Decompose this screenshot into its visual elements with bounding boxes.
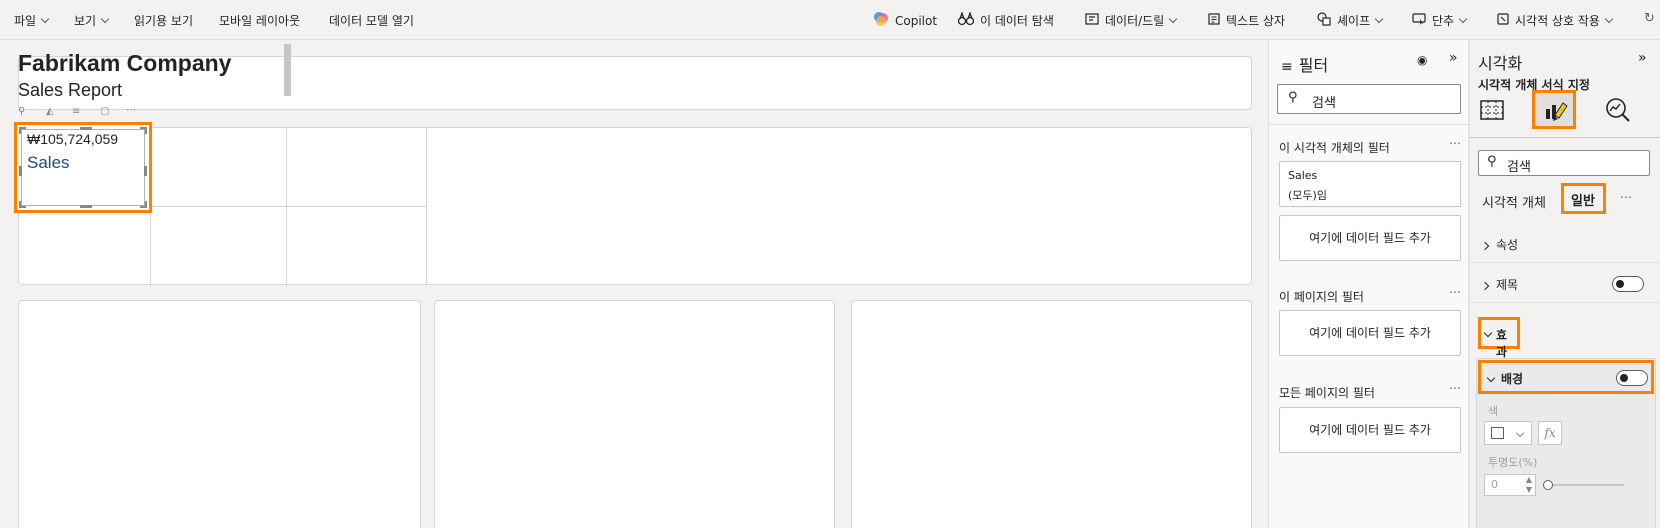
eye-icon[interactable]: ◉ — [1417, 53, 1427, 67]
chevron-down-icon — [1515, 428, 1525, 438]
resize-handle[interactable] — [19, 127, 21, 134]
transparency-input[interactable]: 0 ▲ ▼ — [1484, 474, 1536, 496]
format-visual-button[interactable] — [1532, 90, 1576, 129]
pin-icon[interactable]: ⚲ — [18, 106, 25, 117]
binoculars-icon — [957, 10, 975, 29]
add-report-field-button[interactable]: 여기에 데이터 필드 추가 — [1279, 407, 1461, 453]
report-subtitle: Sales Report — [18, 80, 123, 100]
analytics-icon[interactable] — [1604, 96, 1632, 128]
more-options-icon[interactable]: ⋯ — [126, 105, 136, 116]
grid-divider — [426, 128, 427, 284]
menu-reading-view[interactable]: 읽기용 보기 — [134, 12, 193, 29]
resize-handle[interactable] — [144, 166, 147, 176]
title-toggle[interactable] — [1612, 276, 1644, 292]
more-options-icon[interactable]: ⋯ — [1449, 381, 1462, 395]
copilot-icon — [873, 11, 889, 30]
add-page-field-button[interactable]: 여기에 데이터 필드 추가 — [1279, 310, 1461, 356]
viz-search-input[interactable]: ⚲ 검색 — [1478, 150, 1650, 176]
explore-data-button[interactable]: 이 데이터 탐색 — [957, 10, 1054, 30]
transparency-slider-thumb[interactable] — [1543, 480, 1553, 490]
button-icon — [1412, 13, 1426, 28]
color-picker[interactable] — [1484, 421, 1532, 445]
data-drill-button[interactable]: 데이터/드릴 — [1085, 12, 1178, 29]
title-section[interactable]: 제목 — [1480, 276, 1518, 293]
menu-view[interactable]: 보기 — [74, 12, 110, 29]
chart-card-1[interactable] — [18, 300, 421, 528]
chevron-down-icon — [1486, 373, 1496, 383]
resize-handle[interactable] — [80, 205, 92, 208]
stepper-down-icon[interactable]: ▼ — [1526, 485, 1532, 494]
add-visual-field-button[interactable]: 여기에 데이터 필드 추가 — [1279, 215, 1461, 261]
company-title: Fabrikam Company — [18, 50, 232, 76]
menu-open-data-model[interactable]: 데이터 모델 열기 — [329, 12, 414, 29]
text-box-icon — [1208, 13, 1220, 28]
menu-file[interactable]: 파일 — [14, 12, 50, 29]
copilot-button[interactable]: Copilot — [873, 12, 937, 31]
search-icon: ⚲ — [1487, 154, 1497, 169]
filters-header: ≡ 필터 — [1281, 56, 1329, 75]
color-swatch — [1491, 427, 1504, 439]
transparency-slider-track[interactable] — [1544, 484, 1624, 486]
resize-handle[interactable] — [80, 127, 92, 130]
menu-bar: 파일 보기 읽기용 보기 모바일 레이아웃 데이터 모델 열기 Copilot … — [0, 0, 1660, 40]
divider — [1269, 124, 1470, 125]
divider — [1470, 302, 1660, 303]
properties-section[interactable]: 속성 — [1480, 236, 1518, 253]
buttons-button[interactable]: 단추 — [1412, 12, 1468, 29]
menu-mobile-layout[interactable]: 모바일 레이아웃 — [219, 12, 300, 29]
drill-icon — [1085, 13, 1099, 28]
format-paintbrush-icon — [1546, 102, 1568, 121]
resize-handle[interactable] — [19, 201, 21, 208]
this-visual-filters-title: 이 시각적 개체의 필터 — [1279, 141, 1390, 155]
chart-card-3[interactable] — [851, 300, 1252, 528]
more-options-icon[interactable]: ⋯ — [1449, 285, 1462, 299]
chevron-down-icon — [1483, 328, 1493, 338]
filter-funnel-icon: ≡ — [1281, 59, 1293, 75]
visual-interactions-button[interactable]: 시각적 상호 작용 — [1497, 12, 1614, 29]
focus-mode-icon[interactable]: ▢ — [100, 106, 109, 117]
this-page-filters-title: 이 페이지의 필터 — [1279, 290, 1364, 304]
text-box-button[interactable]: 텍스트 상자 — [1208, 12, 1285, 29]
build-visual-icon[interactable] — [1480, 98, 1504, 126]
chevron-right-icon — [1480, 241, 1490, 251]
tab-general[interactable]: 일반 — [1561, 183, 1606, 214]
refresh-icon[interactable]: ↻ — [1644, 11, 1655, 26]
selected-kpi-card[interactable]: ₩105,724,059 Sales — [14, 122, 152, 213]
resize-handle[interactable] — [19, 166, 22, 176]
filter-icon[interactable]: ≡ — [72, 106, 80, 117]
more-options-icon[interactable]: ⋯ — [1449, 136, 1462, 150]
search-icon: ⚲ — [1288, 90, 1298, 105]
fx-conditional-button[interactable]: fx — [1538, 421, 1562, 445]
background-section-header[interactable]: 배경 — [1478, 360, 1654, 394]
divider — [1470, 137, 1660, 138]
viz-header: 시각화 — [1478, 54, 1523, 73]
filters-search-input[interactable]: ⚲ 검색 — [1277, 84, 1461, 114]
chart-card-2[interactable] — [434, 300, 835, 528]
filters-pane: ≡ 필터 ◉ » ⚲ 검색 이 시각적 개체의 필터 ⋯ Sales (모두)임 … — [1268, 40, 1470, 528]
resize-handle[interactable] — [145, 127, 147, 134]
shapes-icon — [1317, 12, 1331, 29]
interactions-icon — [1497, 13, 1509, 28]
divider — [1470, 262, 1660, 263]
all-pages-filters-title: 모든 페이지의 필터 — [1279, 386, 1375, 400]
chevron-right-icon — [1480, 281, 1490, 291]
kpi-label: Sales — [27, 153, 70, 172]
transparency-label: 투명도(%) — [1488, 456, 1538, 469]
background-toggle[interactable] — [1616, 370, 1648, 386]
shapes-button[interactable]: 셰이프 — [1317, 12, 1384, 30]
visualizations-pane: 시각화 » 시각적 개체 서식 지정 ⚲ 검색 시각적 개체 일반 ⋯ 속성 제… — [1470, 40, 1660, 528]
canvas-scroll-thumb[interactable] — [284, 44, 291, 96]
alert-bell-icon[interactable]: ◭ — [46, 106, 54, 117]
sales-filter-card[interactable]: Sales (모두)임 — [1279, 161, 1461, 207]
collapse-filters-icon[interactable]: » — [1449, 50, 1458, 66]
collapse-viz-icon[interactable]: » — [1638, 50, 1647, 66]
color-label: 색 — [1488, 405, 1499, 418]
stepper-up-icon[interactable]: ▲ — [1526, 475, 1532, 484]
effects-section[interactable]: 효과 — [1478, 317, 1520, 359]
kpi-value: ₩105,724,059 — [27, 131, 119, 147]
resize-handle[interactable] — [145, 201, 147, 208]
more-options-icon[interactable]: ⋯ — [1620, 190, 1633, 204]
tab-visual[interactable]: 시각적 개체 — [1482, 192, 1546, 211]
